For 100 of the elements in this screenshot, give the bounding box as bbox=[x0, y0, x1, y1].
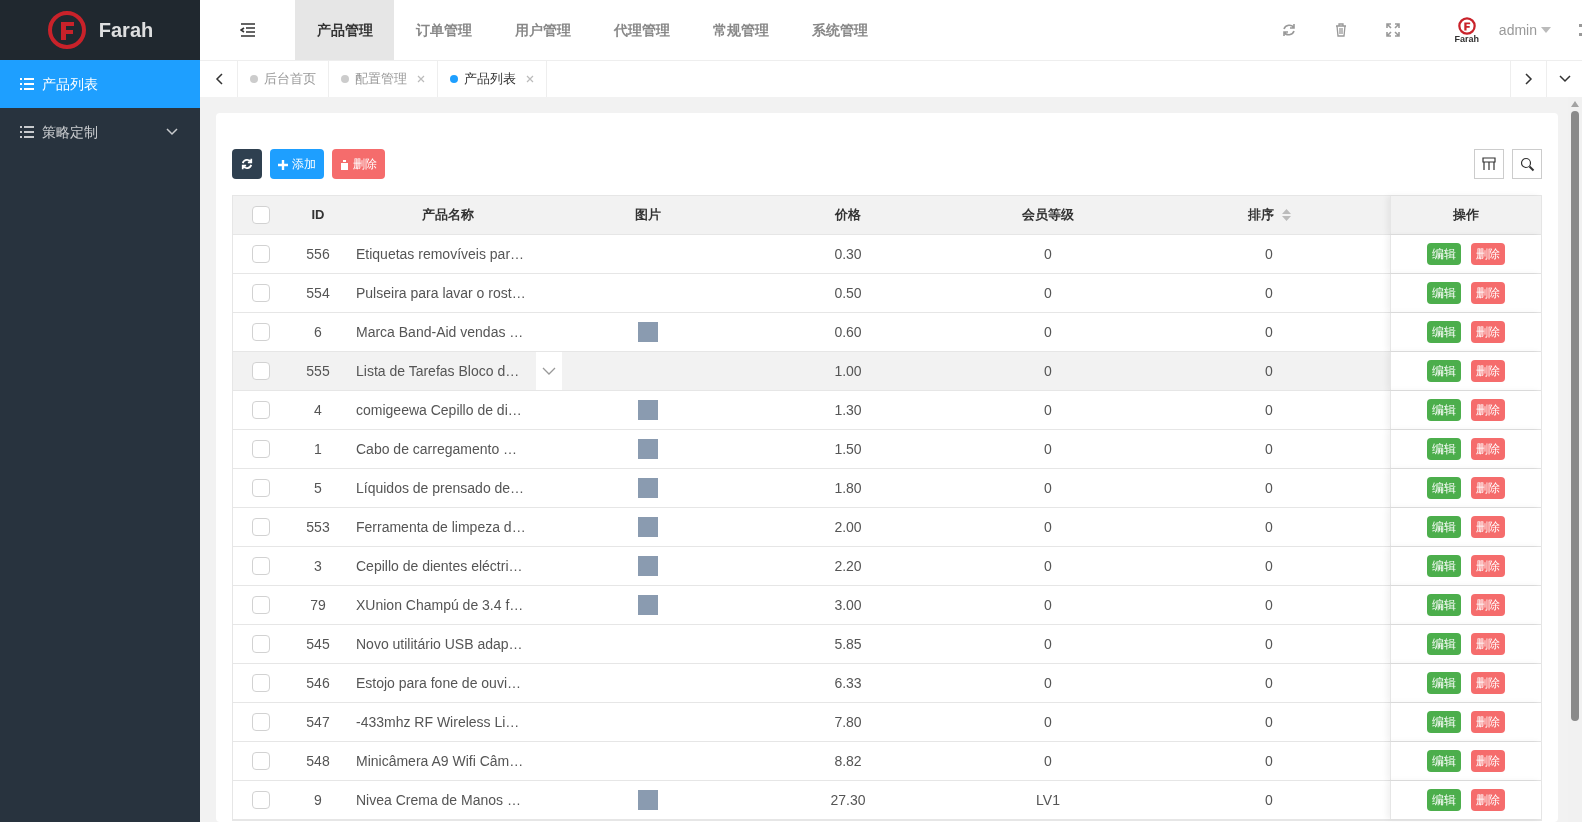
row-checkbox[interactable] bbox=[251, 479, 270, 497]
refresh-button[interactable] bbox=[232, 149, 262, 179]
expand-cell-button[interactable] bbox=[536, 352, 562, 390]
table-row[interactable]: 556 Etiquetas removíveis par… 0.30 0 0 编辑 删除 bbox=[233, 235, 1541, 274]
table-row[interactable]: 3 Cepillo de dientes eléctri… 2.20 0 0 编辑 删除 bbox=[233, 547, 1541, 586]
delete-button[interactable]: 删除 bbox=[1471, 594, 1505, 616]
nav-tab[interactable]: 订单管理 bbox=[394, 0, 493, 60]
more-icon[interactable] bbox=[1579, 24, 1582, 36]
scroll-up-icon[interactable] bbox=[1571, 101, 1579, 107]
page-tab[interactable]: 产品列表 bbox=[438, 61, 547, 97]
row-checkbox[interactable] bbox=[251, 362, 270, 380]
row-checkbox[interactable] bbox=[251, 674, 270, 692]
columns-button[interactable] bbox=[1474, 149, 1504, 179]
column-header[interactable]: 操作 bbox=[1453, 205, 1479, 225]
column-header[interactable]: 价格 bbox=[835, 205, 861, 225]
row-checkbox[interactable] bbox=[251, 752, 270, 770]
table-row[interactable]: 1 Cabo de carregamento … 1.50 0 0 编辑 删除 bbox=[233, 430, 1541, 469]
table-row[interactable]: 555 Lista de Tarefas Bloco d… 1.00 0 0 编辑 删除 bbox=[233, 352, 1541, 391]
column-header[interactable]: 产品名称 bbox=[422, 205, 474, 225]
nav-tab[interactable]: 用户管理 bbox=[493, 0, 592, 60]
row-checkbox[interactable] bbox=[251, 518, 270, 536]
delete-button[interactable]: 删除 bbox=[1471, 789, 1505, 811]
delete-button[interactable]: 删除 bbox=[1471, 633, 1505, 655]
user-menu[interactable]: admin bbox=[1498, 19, 1551, 41]
delete-button[interactable]: 删除 bbox=[1471, 672, 1505, 694]
delete-button[interactable]: 删除 bbox=[1471, 711, 1505, 733]
nav-tab[interactable]: 系统管理 bbox=[790, 0, 889, 60]
edit-button[interactable]: 编辑 bbox=[1427, 321, 1461, 343]
table-cell-text: 0 bbox=[1265, 478, 1273, 498]
row-checkbox[interactable] bbox=[251, 440, 270, 458]
column-header[interactable]: 图片 bbox=[635, 205, 661, 225]
row-checkbox[interactable] bbox=[251, 245, 270, 263]
column-header[interactable]: 排序 bbox=[1247, 205, 1274, 225]
table-row[interactable]: 553 Ferramenta de limpeza d… 2.00 0 0 编辑 删除 bbox=[233, 508, 1541, 547]
row-checkbox[interactable] bbox=[251, 791, 270, 809]
table-row[interactable]: 5 Líquidos de prensado de… 1.80 0 0 编辑 删除 bbox=[233, 469, 1541, 508]
row-checkbox[interactable] bbox=[251, 284, 270, 302]
delete-button[interactable]: 删除 bbox=[1471, 555, 1505, 577]
add-button[interactable]: 添加 bbox=[270, 149, 324, 179]
edit-button[interactable]: 编辑 bbox=[1427, 789, 1461, 811]
delete-button[interactable]: 删除 bbox=[1471, 516, 1505, 538]
table-row[interactable]: 79 XUnion Champú de 3.4 f… 3.00 0 0 编辑 删除 bbox=[233, 586, 1541, 625]
delete-button[interactable]: 删除 bbox=[1471, 399, 1505, 421]
row-checkbox[interactable] bbox=[251, 713, 270, 731]
edit-button[interactable]: 编辑 bbox=[1427, 399, 1461, 421]
table-row[interactable]: 9 Nivea Crema de Manos … 27.30 LV1 0 编辑 删除 bbox=[233, 781, 1541, 820]
row-checkbox[interactable] bbox=[251, 635, 270, 653]
page-tab[interactable]: 后台首页 bbox=[238, 61, 329, 97]
close-icon[interactable] bbox=[526, 75, 534, 83]
delete-button[interactable]: 删除 bbox=[1471, 321, 1505, 343]
close-icon[interactable] bbox=[417, 75, 425, 83]
edit-button[interactable]: 编辑 bbox=[1427, 438, 1461, 460]
page-tab[interactable]: 配置管理 bbox=[329, 61, 438, 97]
delete-button[interactable]: 删除 bbox=[1471, 477, 1505, 499]
nav-tab[interactable]: 产品管理 bbox=[295, 0, 394, 60]
table-row[interactable]: 6 Marca Band-Aid vendas … 0.60 0 0 编辑 删除 bbox=[233, 313, 1541, 352]
table-row[interactable]: 545 Novo utilitário USB adap… 5.85 0 0 编辑 删除 bbox=[233, 625, 1541, 664]
delete-button[interactable]: 删除 bbox=[1471, 750, 1505, 772]
table-row[interactable]: 4 comigeewa Cepillo de di… 1.30 0 0 编辑 删除 bbox=[233, 391, 1541, 430]
delete-button[interactable]: 删除 bbox=[1471, 282, 1505, 304]
row-checkbox[interactable] bbox=[251, 323, 270, 341]
product-thumbnail bbox=[638, 322, 658, 342]
table-cell-text: 0 bbox=[1044, 634, 1052, 654]
table-cell-text: 79 bbox=[310, 595, 326, 615]
edit-button[interactable]: 编辑 bbox=[1427, 633, 1461, 655]
edit-button[interactable]: 编辑 bbox=[1427, 282, 1461, 304]
sidebar-item[interactable]: 策略定制 bbox=[0, 108, 200, 156]
row-checkbox[interactable] bbox=[251, 596, 270, 614]
edit-button[interactable]: 编辑 bbox=[1427, 516, 1461, 538]
edit-button[interactable]: 编辑 bbox=[1427, 594, 1461, 616]
delete-button[interactable]: 删除 bbox=[1471, 438, 1505, 460]
table-cell-text: 556 bbox=[306, 244, 330, 264]
column-header[interactable]: ID bbox=[311, 205, 325, 225]
edit-button[interactable]: 编辑 bbox=[1427, 555, 1461, 577]
table-row[interactable]: 546 Estojo para fone de ouvi… 6.33 0 0 编辑 删除 bbox=[233, 664, 1541, 703]
nav-tab[interactable]: 常规管理 bbox=[691, 0, 790, 60]
select-all-checkbox[interactable] bbox=[251, 206, 270, 224]
edit-button[interactable]: 编辑 bbox=[1427, 711, 1461, 733]
column-header[interactable]: 会员等级 bbox=[1022, 205, 1074, 225]
table-row[interactable]: 554 Pulseira para lavar o rost… 0.50 0 0 编辑 删除 bbox=[233, 274, 1541, 313]
table-cell-text: 546 bbox=[306, 673, 330, 693]
edit-button[interactable]: 编辑 bbox=[1427, 750, 1461, 772]
delete-button[interactable]: 删除 bbox=[332, 149, 385, 179]
logo-icon bbox=[1457, 16, 1476, 35]
search-button[interactable] bbox=[1512, 149, 1542, 179]
scrollbar-thumb[interactable] bbox=[1571, 111, 1579, 721]
edit-button[interactable]: 编辑 bbox=[1427, 672, 1461, 694]
row-checkbox[interactable] bbox=[251, 401, 270, 419]
table-row[interactable]: 548 Minicâmera A9 Wifi Câm… 8.82 0 0 编辑 删除 bbox=[233, 742, 1541, 781]
product-thumbnail bbox=[638, 478, 658, 498]
sidebar-item[interactable]: 产品列表 bbox=[0, 60, 200, 108]
delete-button[interactable]: 删除 bbox=[1471, 243, 1505, 265]
nav-tab[interactable]: 代理管理 bbox=[592, 0, 691, 60]
row-checkbox[interactable] bbox=[251, 557, 270, 575]
edit-button[interactable]: 编辑 bbox=[1427, 243, 1461, 265]
table-row[interactable]: 547 -433mhz RF Wireless Li… 7.80 0 0 编辑 删除 bbox=[233, 703, 1541, 742]
sort-icon[interactable] bbox=[1281, 209, 1291, 221]
edit-button[interactable]: 编辑 bbox=[1427, 477, 1461, 499]
edit-button[interactable]: 编辑 bbox=[1427, 360, 1461, 382]
delete-button[interactable]: 删除 bbox=[1471, 360, 1505, 382]
